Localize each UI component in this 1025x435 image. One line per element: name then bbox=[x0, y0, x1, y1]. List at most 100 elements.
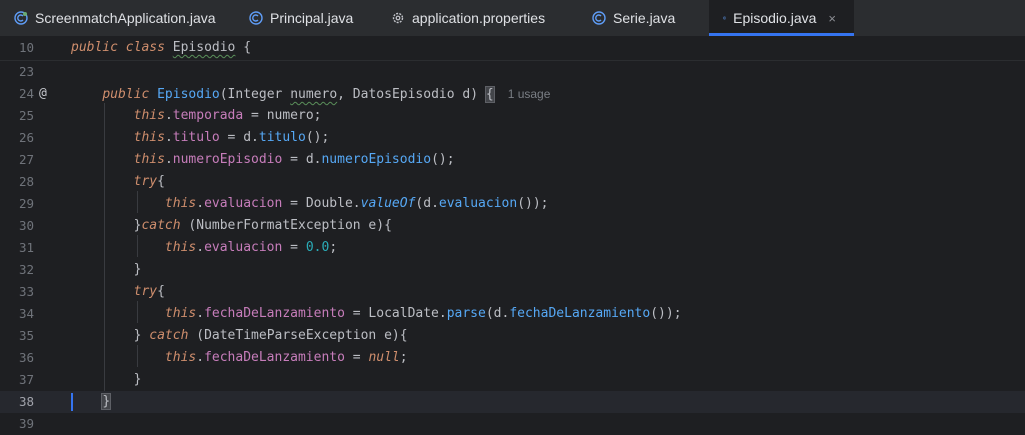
number-literal: 0.0 bbox=[305, 240, 330, 255]
class-icon bbox=[592, 11, 606, 25]
field: numeroEpisodio bbox=[172, 152, 283, 167]
code-line: 26 this.titulo = d.titulo(); bbox=[0, 127, 1025, 149]
method: parse bbox=[446, 306, 486, 321]
code-line: 28 try{ bbox=[0, 171, 1025, 193]
line-number: 37 bbox=[18, 372, 34, 387]
line-number: 23 bbox=[18, 64, 34, 79]
matched-brace: } bbox=[101, 393, 112, 410]
code-text: { bbox=[235, 40, 252, 55]
code-text: = numero; bbox=[243, 108, 322, 123]
code-line: 25 this.temporada = numero; bbox=[0, 105, 1025, 127]
code-text: ; bbox=[399, 350, 408, 365]
current-code-line: 38 } bbox=[0, 391, 1025, 413]
gear-icon bbox=[392, 12, 404, 24]
line-number: 26 bbox=[18, 130, 34, 145]
tab-principal[interactable]: Principal.java bbox=[235, 0, 377, 36]
method: valueOf bbox=[360, 196, 416, 211]
keyword: public bbox=[102, 87, 150, 102]
code-text: } bbox=[133, 328, 150, 343]
code-line: 32 } bbox=[0, 259, 1025, 281]
code-text: = Double. bbox=[282, 196, 361, 211]
method: fechaDeLanzamiento bbox=[509, 306, 651, 321]
tab-episodio[interactable]: Episodio.java × bbox=[709, 0, 854, 36]
code-line: 30 }catch (NumberFormatException e){ bbox=[0, 215, 1025, 237]
code-line: 24 @ public Episodio(Integer numero, Dat… bbox=[0, 83, 1025, 105]
code-text: = bbox=[282, 240, 306, 255]
tab-label: Principal.java bbox=[270, 10, 354, 26]
code-text: (); bbox=[305, 130, 330, 145]
tab-label: Episodio.java bbox=[733, 10, 817, 26]
line-number: 36 bbox=[18, 350, 34, 365]
code-line: 36 this.fechaDeLanzamiento = null; bbox=[0, 347, 1025, 369]
field: evaluacion bbox=[204, 240, 283, 255]
this-keyword: this bbox=[133, 108, 165, 123]
line-number: 38 bbox=[18, 394, 34, 409]
line-number: 27 bbox=[18, 152, 34, 167]
code-text: } bbox=[133, 262, 142, 277]
code-text: (d. bbox=[415, 196, 439, 211]
code-text: ()); bbox=[517, 196, 549, 211]
spring-class-icon bbox=[14, 11, 28, 25]
tab-label: Serie.java bbox=[613, 10, 676, 26]
code-editor[interactable]: 10 public class Episodio { 23 24 @ publi… bbox=[0, 37, 1025, 431]
constructor-name: Episodio bbox=[157, 87, 220, 102]
code-line: 29 this.evaluacion = Double.valueOf(d.ev… bbox=[0, 193, 1025, 215]
this-keyword: this bbox=[164, 350, 197, 365]
line-number: 31 bbox=[18, 240, 34, 255]
code-text: = LocalDate. bbox=[344, 306, 447, 321]
tab-label: ScreenmatchApplication.java bbox=[35, 10, 216, 26]
this-keyword: this bbox=[164, 306, 197, 321]
this-keyword: this bbox=[133, 152, 165, 167]
code-text: { bbox=[157, 174, 165, 189]
class-icon bbox=[249, 11, 263, 25]
tab-screenmatchapplication[interactable]: ScreenmatchApplication.java bbox=[0, 0, 235, 36]
line-number: 10 bbox=[18, 40, 34, 55]
code-text: ; bbox=[329, 240, 338, 255]
code-line: 39 bbox=[0, 413, 1025, 435]
code-text: = bbox=[344, 350, 369, 365]
class-name: Episodio bbox=[172, 40, 236, 55]
tab-application-properties[interactable]: application.properties bbox=[377, 0, 578, 36]
method: evaluacion bbox=[438, 196, 518, 211]
line-number: 29 bbox=[18, 196, 34, 211]
tab-label: application.properties bbox=[412, 10, 546, 26]
keyword: catch bbox=[141, 218, 181, 233]
code-text: } bbox=[133, 372, 142, 387]
line-number: 30 bbox=[18, 218, 34, 233]
code-text: (d. bbox=[485, 306, 510, 321]
line-number: 39 bbox=[18, 416, 34, 431]
code-text: { bbox=[157, 284, 165, 299]
class-icon bbox=[723, 16, 727, 20]
method: titulo bbox=[258, 130, 306, 145]
code-text: = d. bbox=[219, 130, 259, 145]
field: titulo bbox=[172, 130, 220, 145]
code-line: 27 this.numeroEpisodio = d.numeroEpisodi… bbox=[0, 149, 1025, 171]
override-marker-icon[interactable]: @ bbox=[39, 83, 47, 105]
code-text: ()); bbox=[650, 306, 682, 321]
keyword: public bbox=[71, 40, 118, 55]
code-text: (Integer bbox=[219, 87, 291, 102]
code-line: 31 this.evaluacion = 0.0; bbox=[0, 237, 1025, 259]
code-line: 10 public class Episodio { bbox=[0, 37, 1025, 59]
line-number: 35 bbox=[18, 328, 34, 343]
line-number: 28 bbox=[18, 174, 34, 189]
code-text: = d. bbox=[282, 152, 322, 167]
this-keyword: this bbox=[164, 196, 197, 211]
line-number: 32 bbox=[18, 262, 34, 277]
code-text: (DateTimeParseException e){ bbox=[188, 328, 408, 343]
keyword: try bbox=[133, 284, 158, 299]
tab-serie[interactable]: Serie.java bbox=[578, 0, 709, 36]
method: numeroEpisodio bbox=[321, 152, 432, 167]
field: fechaDeLanzamiento bbox=[204, 350, 345, 365]
code-text: (NumberFormatException e){ bbox=[180, 218, 392, 233]
parameter: numero bbox=[290, 87, 338, 102]
code-line: 33 try{ bbox=[0, 281, 1025, 303]
field: evaluacion bbox=[204, 196, 283, 211]
close-icon[interactable]: × bbox=[828, 11, 836, 26]
line-number: 33 bbox=[18, 284, 34, 299]
editor-tab-bar: ScreenmatchApplication.java Principal.ja… bbox=[0, 0, 1025, 37]
null-keyword: null bbox=[368, 350, 400, 365]
line-number: 34 bbox=[18, 306, 34, 321]
this-keyword: this bbox=[133, 130, 165, 145]
usage-hint[interactable]: 1 usage bbox=[508, 87, 551, 101]
